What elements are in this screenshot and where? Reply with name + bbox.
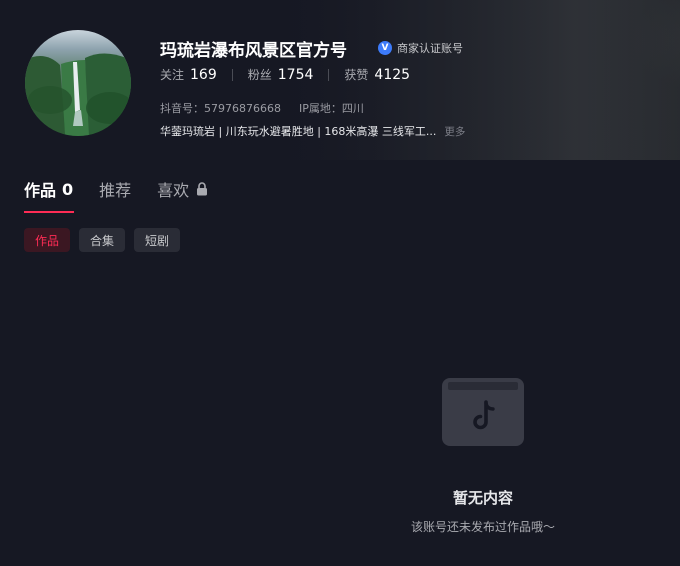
douyin-id: 抖音号：57976876668 — [160, 102, 281, 115]
bio-more-link[interactable]: 更多 — [444, 124, 465, 139]
tab-works[interactable]: 作品 0 — [24, 178, 74, 201]
stat-value: 169 — [190, 67, 217, 83]
bio-text: 华蓥玛琉岩 | 川东玩水避暑胜地 | 168米高瀑 三线军工... — [160, 125, 437, 138]
chip-short-dramas[interactable]: 短剧 — [134, 228, 181, 252]
verification-label: V 商家认证账号 — [378, 40, 463, 56]
lock-icon — [197, 182, 208, 196]
verified-badge-icon: V — [378, 41, 392, 55]
profile-stats: 关注 169 粉丝 1754 获赞 4125 — [160, 66, 410, 83]
tab-label: 喜欢 — [157, 181, 190, 200]
verify-text: 商家认证账号 — [397, 42, 463, 55]
stat-value: 4125 — [374, 67, 411, 83]
tab-likes[interactable]: 喜欢 — [157, 178, 208, 200]
tab-count: 0 — [62, 179, 74, 199]
content-filter-chips: 作品 合集 短剧 — [24, 228, 189, 252]
avatar[interactable] — [25, 30, 131, 136]
profile-name: 玛琉岩瀑布风景区官方号 — [160, 41, 347, 61]
divider — [231, 68, 233, 81]
stat-label: 获赞 — [344, 68, 369, 82]
divider — [328, 68, 330, 81]
stat-value: 1754 — [277, 67, 314, 83]
waterfall-avatar-image — [25, 53, 131, 136]
tab-label: 作品 — [24, 181, 57, 200]
profile-tabs: 作品 0 推荐 喜欢 — [24, 178, 234, 200]
tiktok-folder-icon — [442, 378, 524, 446]
stat-following[interactable]: 关注 169 — [160, 66, 217, 83]
stat-followers[interactable]: 粉丝 1754 — [248, 66, 314, 83]
stat-label: 粉丝 — [247, 68, 272, 82]
profile-meta: 抖音号：57976876668 IP属地：四川 — [160, 100, 364, 116]
active-tab-indicator — [24, 211, 74, 213]
chip-works[interactable]: 作品 — [24, 228, 71, 252]
empty-state-subtitle: 该账号还未发布过作品哦～ — [410, 520, 555, 534]
ip-location: IP属地：四川 — [298, 102, 364, 115]
profile-header: 玛琉岩瀑布风景区官方号 V 商家认证账号 关注 169 粉丝 1754 获赞 4… — [0, 0, 680, 160]
stat-label: 关注 — [160, 68, 185, 82]
tab-label: 推荐 — [99, 181, 132, 200]
empty-state-title: 暂无内容 — [452, 489, 513, 507]
chip-collections[interactable]: 合集 — [79, 228, 126, 252]
stat-likes: 获赞 4125 — [344, 66, 410, 83]
tab-recommend[interactable]: 推荐 — [99, 178, 131, 200]
profile-bio: 华蓥玛琉岩 | 川东玩水避暑胜地 | 168米高瀑 三线军工... 更多 — [160, 123, 465, 139]
